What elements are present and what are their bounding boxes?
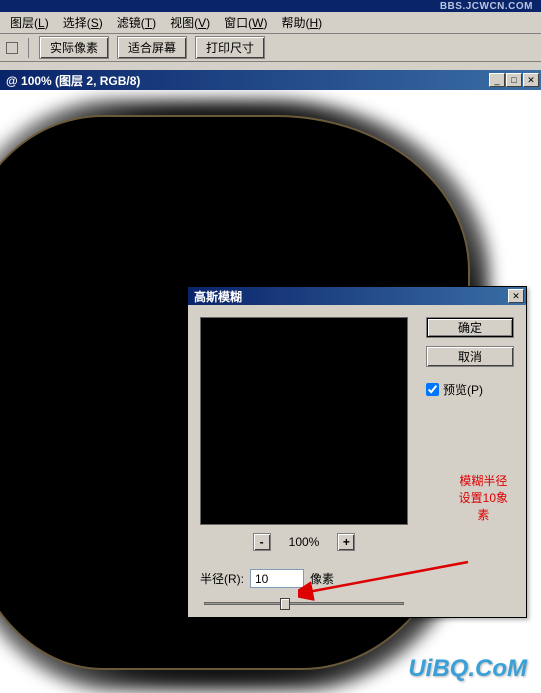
radius-row: 半径(R): 像素 (200, 569, 514, 588)
dialog-body: 确定 取消 预览(P) - 100% + 半径(R): 像素 (188, 305, 526, 617)
menu-bar: 图层(L) 选择(S) 滤镜(T) 视图(V) 窗口(W) 帮助(H) (0, 12, 541, 34)
page-watermark: UiBQ.CoM (408, 655, 527, 683)
menu-window[interactable]: 窗口(W) (218, 12, 273, 33)
radius-slider-thumb[interactable] (280, 598, 290, 610)
dialog-close-button[interactable]: ✕ (508, 289, 524, 303)
dialog-titlebar[interactable]: 高斯模糊 ✕ (188, 287, 526, 305)
tool-icon (6, 42, 18, 54)
menu-layer[interactable]: 图层(L) (4, 12, 55, 33)
separator (28, 38, 29, 58)
app-topbar: BBS.JCWCN.COM (0, 0, 541, 12)
zoom-in-button[interactable]: + (337, 533, 355, 551)
fit-screen-button[interactable]: 适合屏幕 (117, 36, 187, 59)
gaussian-blur-dialog: 高斯模糊 ✕ 确定 取消 预览(P) - 100% + 半径(R): (187, 286, 527, 618)
options-bar: 实际像素 适合屏幕 打印尺寸 (0, 34, 541, 62)
topbar-watermark: BBS.JCWCN.COM (440, 1, 533, 12)
zoom-value: 100% (289, 535, 320, 549)
dialog-title: 高斯模糊 (194, 288, 242, 305)
menu-filter[interactable]: 滤镜(T) (111, 12, 162, 33)
radius-input[interactable] (250, 569, 304, 588)
annotation-text: 模糊半径 设置10象 素 (459, 473, 508, 523)
menu-view[interactable]: 视图(V) (164, 12, 216, 33)
close-button[interactable]: ✕ (523, 73, 539, 87)
zoom-out-button[interactable]: - (253, 533, 271, 551)
menu-help[interactable]: 帮助(H) (275, 12, 328, 33)
preview-label: 预览(P) (443, 381, 483, 398)
document-titlebar: @ 100% (图层 2, RGB/8) _ □ ✕ (0, 70, 541, 90)
radius-label: 半径(R): (200, 570, 244, 587)
cancel-button[interactable]: 取消 (426, 346, 514, 367)
document-title: @ 100% (图层 2, RGB/8) (6, 72, 140, 89)
print-size-button[interactable]: 打印尺寸 (195, 36, 265, 59)
preview-checkbox[interactable] (426, 383, 439, 396)
ok-button[interactable]: 确定 (426, 317, 514, 338)
maximize-button[interactable]: □ (506, 73, 522, 87)
actual-pixels-button[interactable]: 实际像素 (39, 36, 109, 59)
window-controls: _ □ ✕ (489, 73, 539, 87)
dialog-button-panel: 确定 取消 预览(P) (426, 317, 514, 398)
minimize-button[interactable]: _ (489, 73, 505, 87)
radius-unit: 像素 (310, 570, 334, 587)
filter-preview[interactable] (200, 317, 408, 525)
radius-slider[interactable] (204, 602, 404, 605)
menu-select[interactable]: 选择(S) (57, 12, 109, 33)
zoom-controls: - 100% + (200, 533, 408, 551)
canvas-area: 高斯模糊 ✕ 确定 取消 预览(P) - 100% + 半径(R): (0, 90, 541, 693)
preview-checkbox-row[interactable]: 预览(P) (426, 381, 514, 398)
